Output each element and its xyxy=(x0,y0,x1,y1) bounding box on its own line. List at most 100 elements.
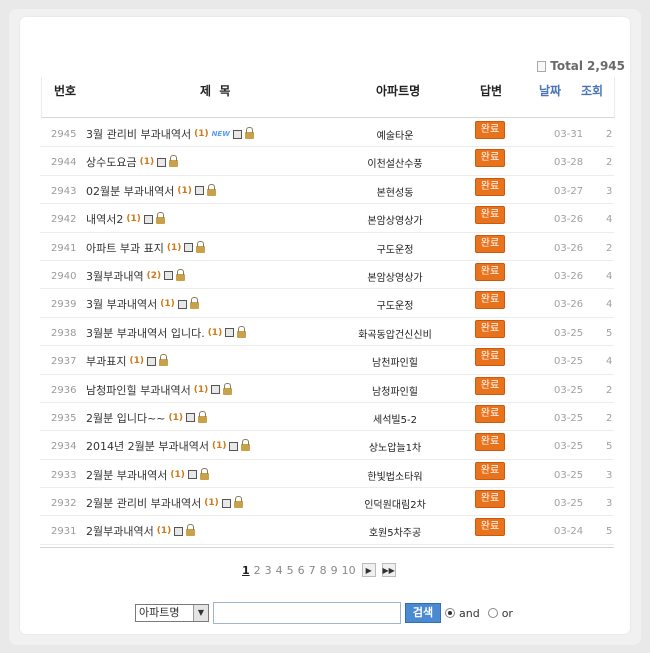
post-date: 03-28 xyxy=(554,157,584,169)
post-title: 2월부과내역서 (1) xyxy=(86,523,196,539)
post-title: 3월분 부과내역서 입니다. (1) xyxy=(86,325,247,341)
post-title-link[interactable]: 3월 부과내역서 xyxy=(86,296,157,312)
comment-count: (1) xyxy=(170,469,185,480)
lock-icon xyxy=(189,297,199,310)
post-number: 2939 xyxy=(51,299,77,311)
apartment-name: 인덕원대림2차 xyxy=(364,500,426,512)
page-link[interactable]: 6 xyxy=(298,564,305,577)
page-link[interactable]: 2 xyxy=(254,564,261,577)
header-views[interactable]: 조회 xyxy=(581,82,603,99)
post-title-link[interactable]: 2014년 2월분 부과내역서 xyxy=(86,438,209,454)
page-link[interactable]: 7 xyxy=(309,564,316,577)
lock-icon xyxy=(196,240,206,253)
post-number: 2931 xyxy=(51,526,77,538)
search-field-select[interactable]: 아파트명 ▼ xyxy=(135,604,209,622)
table-row: 2934 2014년 2월분 부과내역서 (1) 상노압늘1차 완료 03-25 5 xyxy=(40,431,614,460)
view-count: 2 xyxy=(606,157,613,169)
post-title-link[interactable]: 2월부과내역서 xyxy=(86,523,154,539)
and-radio[interactable] xyxy=(445,608,455,618)
page-link[interactable]: 9 xyxy=(331,564,338,577)
page-link[interactable]: 1 xyxy=(242,564,250,577)
total-label: Total xyxy=(550,59,584,73)
next-page-icon[interactable]: ▶ xyxy=(361,563,376,577)
table-row: 2940 3월부과내역 (2) 본암상영상가 완료 03-26 4 xyxy=(40,261,614,290)
attachment-icon xyxy=(187,470,197,480)
apartment-name: 남청파인힐 xyxy=(372,386,418,398)
table-row: 2941 아파트 부과 표지 (1) 구도운정 완료 03-26 2 xyxy=(40,233,614,261)
post-number: 2942 xyxy=(51,214,77,226)
post-title-link[interactable]: 내역서2 xyxy=(86,211,123,227)
view-count: 4 xyxy=(606,270,613,282)
post-title-link[interactable]: 2월분 입니다~~ xyxy=(86,410,166,426)
status-badge: 완료 xyxy=(475,433,505,452)
post-title: 02월분 부과내역서 (1) xyxy=(86,183,216,199)
table-row: 2931 2월부과내역서 (1) 호원5차주공 완료 03-24 5 xyxy=(40,516,614,545)
document-icon xyxy=(537,60,547,72)
page-link[interactable]: 8 xyxy=(320,564,327,577)
chevron-down-icon[interactable]: ▼ xyxy=(193,605,208,621)
post-number: 2945 xyxy=(51,129,77,140)
search-bar: 아파트명 ▼ 검색 and or xyxy=(135,602,517,624)
post-number: 2934 xyxy=(51,441,77,453)
table-row: 2945 3월 관리비 부과내역서 (1) NEW 예술타운 완료 03-31 2 xyxy=(40,119,614,148)
status-badge: 완료 xyxy=(475,262,505,281)
divider xyxy=(40,547,614,548)
post-title-link[interactable]: 2월분 부과내역서 xyxy=(86,467,167,483)
post-title-link[interactable]: 남청파인힐 부과내역서 xyxy=(86,382,191,398)
apartment-name: 구도운정 xyxy=(376,244,414,256)
page-link[interactable]: 5 xyxy=(287,564,294,577)
view-count: 4 xyxy=(606,299,613,311)
apartment-name: 화곡동압건신신비 xyxy=(358,329,432,341)
view-count: 3 xyxy=(606,498,613,510)
page-link[interactable]: 10 xyxy=(342,564,356,577)
attachment-icon xyxy=(186,413,196,423)
attachment-icon xyxy=(194,186,204,196)
status-badge: 완료 xyxy=(475,518,505,537)
post-number: 2940 xyxy=(51,270,77,282)
header-date[interactable]: 날짜 xyxy=(539,82,561,99)
lock-icon xyxy=(206,183,216,196)
attachment-icon xyxy=(164,271,174,281)
page-link[interactable]: 3 xyxy=(265,564,272,577)
table-header: 번호 제 목 아파트명 답변 날짜 조회 xyxy=(41,77,615,118)
post-title: 상수도요금 (1) xyxy=(86,154,179,170)
view-count: 3 xyxy=(606,185,613,197)
post-date: 03-25 xyxy=(554,498,584,510)
view-count: 5 xyxy=(606,441,613,453)
post-title-link[interactable]: 상수도요금 xyxy=(86,154,137,170)
page-link[interactable]: 4 xyxy=(276,564,283,577)
lock-icon xyxy=(237,325,247,338)
comment-count: (1) xyxy=(207,327,223,338)
view-count: 4 xyxy=(606,214,613,226)
post-title-link[interactable]: 3월 관리비 부과내역서 xyxy=(86,126,191,142)
view-count: 4 xyxy=(606,356,613,368)
lock-icon xyxy=(223,382,233,395)
view-count: 3 xyxy=(606,469,613,481)
post-title-link[interactable]: 3월분 부과내역서 입니다. xyxy=(86,325,205,341)
search-button[interactable]: 검색 xyxy=(405,603,441,623)
post-title-link[interactable]: 3월부과내역 xyxy=(86,268,144,284)
or-radio[interactable] xyxy=(487,608,498,618)
and-label: and xyxy=(459,606,480,620)
post-date: 03-26 xyxy=(554,242,584,254)
post-title-link[interactable]: 부과표지 xyxy=(86,353,126,369)
view-count: 2 xyxy=(606,384,613,396)
attachment-icon xyxy=(211,385,221,395)
search-field-value: 아파트명 xyxy=(139,606,180,619)
post-date: 03-27 xyxy=(554,185,584,197)
apartment-name: 남천파인힐 xyxy=(372,358,418,370)
post-date: 03-25 xyxy=(554,441,584,453)
post-title-link[interactable]: 2월분 관리비 부과내역서 xyxy=(86,495,201,511)
post-title-link[interactable]: 아파트 부과 표지 xyxy=(86,240,164,256)
new-badge: NEW xyxy=(211,130,230,138)
post-title: 부과표지 (1) xyxy=(86,353,168,369)
comment-count: (1) xyxy=(129,356,144,367)
post-title-link[interactable]: 02월분 부과내역서 xyxy=(86,183,174,199)
last-page-icon[interactable]: ▶▶ xyxy=(381,563,396,577)
search-input[interactable] xyxy=(213,602,401,624)
status-badge: 완료 xyxy=(475,404,505,423)
status-badge: 완료 xyxy=(475,291,505,310)
apartment-name: 호원5차주공 xyxy=(368,528,422,540)
post-number: 2932 xyxy=(51,498,77,510)
post-number: 2933 xyxy=(51,469,77,481)
